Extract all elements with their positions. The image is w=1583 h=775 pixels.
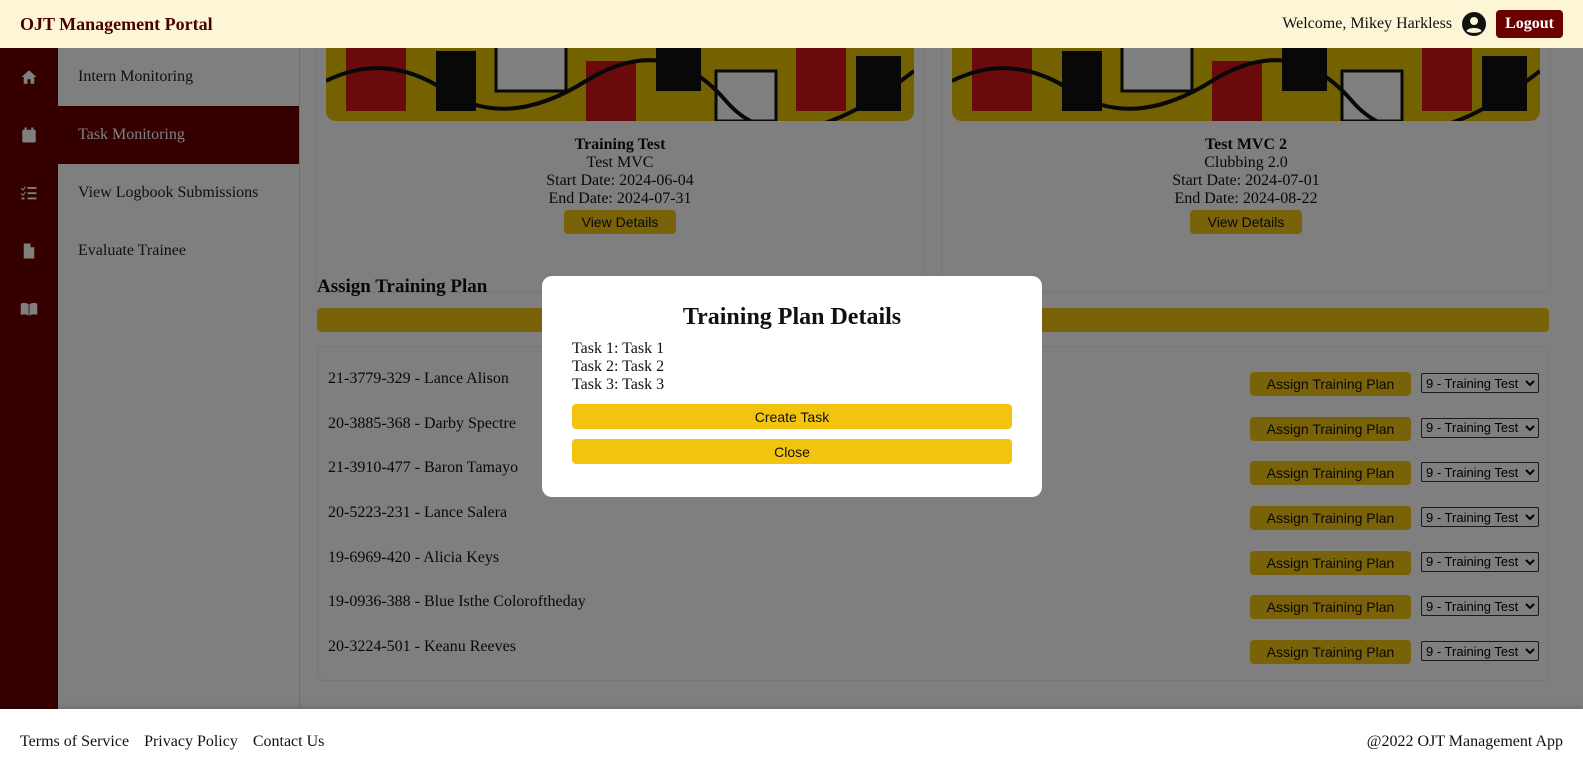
task-item: Task 1: Task 1 (572, 340, 665, 357)
top-header: OJT Management Portal Welcome, Mikey Har… (0, 0, 1583, 48)
task-item: Task 2: Task 2 (572, 358, 665, 375)
header-user-area: Welcome, Mikey Harkless Logout (1282, 10, 1563, 38)
terms-of-service-link[interactable]: Terms of Service (20, 733, 129, 751)
task-list: Task 1: Task 1 Task 2: Task 2 Task 3: Ta… (572, 340, 1012, 394)
copyright-text: @2022 OJT Management App (1366, 733, 1563, 750)
contact-us-link[interactable]: Contact Us (253, 733, 325, 751)
create-task-button[interactable]: Create Task (572, 404, 1012, 429)
training-plan-details-modal: Training Plan Details Task 1: Task 1 Tas… (542, 276, 1042, 497)
privacy-policy-link[interactable]: Privacy Policy (144, 733, 238, 751)
close-modal-button[interactable]: Close (572, 439, 1012, 464)
logout-button[interactable]: Logout (1496, 10, 1563, 38)
modal-title: Training Plan Details (682, 304, 902, 330)
task-item: Task 3: Task 3 (572, 376, 665, 393)
welcome-text: Welcome, Mikey Harkless (1282, 15, 1453, 32)
page-footer: Terms of Service Privacy Policy Contact … (0, 709, 1583, 775)
app-title: OJT Management Portal (20, 13, 213, 34)
account-circle-icon[interactable] (1462, 12, 1487, 36)
